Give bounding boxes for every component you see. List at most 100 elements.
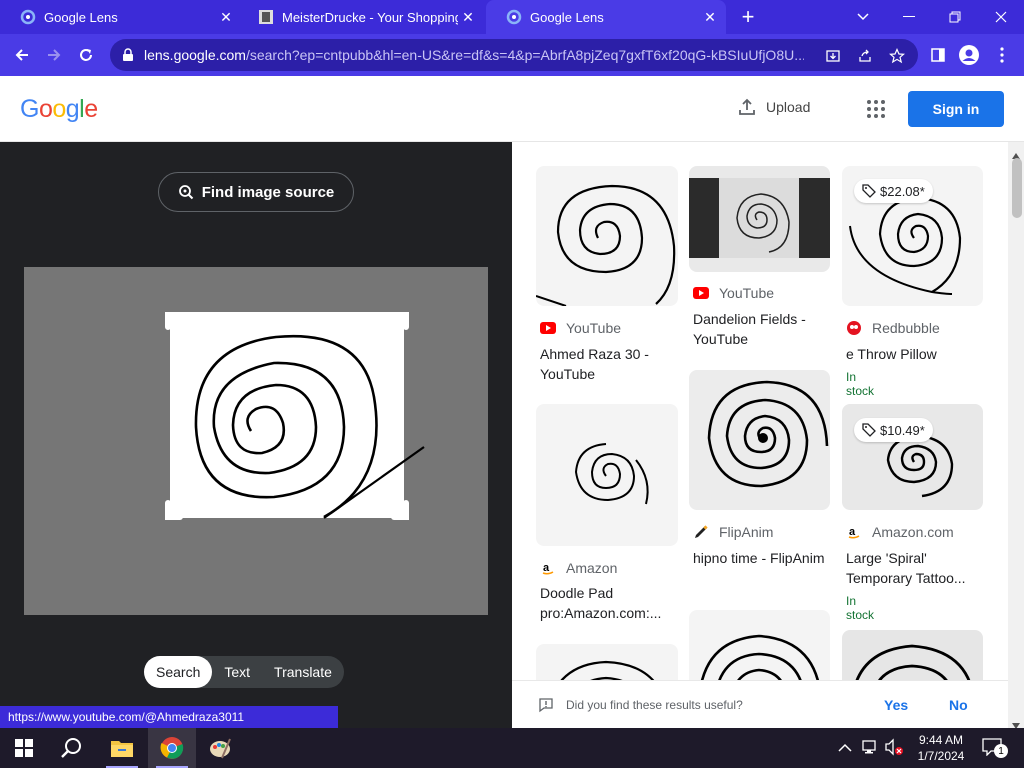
paint-app-icon[interactable] [196,728,244,768]
result-source: Amazon.com [872,524,954,540]
close-icon[interactable]: ✕ [458,9,478,26]
tag-icon [862,184,876,198]
result-title[interactable]: Doodle Pad pro:Amazon.com:... [540,583,680,623]
install-app-icon[interactable] [824,47,842,65]
stock-status: In stock [846,594,875,622]
svg-text:a: a [849,526,856,538]
tab-google-lens-active[interactable]: Google Lens ✕ [486,0,726,34]
windows-start-icon[interactable] [0,728,48,768]
google-logo[interactable]: Google [20,95,98,124]
reload-icon[interactable] [72,41,100,69]
result-source: YouTube [719,285,775,301]
url-host: lens.google.com [144,47,246,63]
feedback-bar: Did you find these results useful? Yes N… [512,680,1008,728]
tab-title: Google Lens [44,9,118,25]
tab-title: Google Lens [530,9,604,25]
lock-icon[interactable] [120,48,136,62]
amazon-icon: a [846,524,862,540]
side-panel-icon[interactable] [924,41,952,69]
minimize-icon[interactable] [886,0,932,34]
feedback-no-button[interactable]: No [949,697,968,713]
youtube-icon [693,285,709,301]
show-hidden-icons-chevron-up-icon[interactable] [838,740,852,758]
image-preview-pane: Find image source Search Text Translate [0,142,512,728]
google-apps-icon[interactable] [866,99,886,119]
back-arrow-icon[interactable] [8,41,36,69]
notification-count-badge: 1 [994,744,1008,758]
uploaded-image-frame [24,267,488,615]
forward-arrow-icon[interactable] [40,41,68,69]
lens-mode-toggle: Search Text Translate [144,656,344,688]
result-title[interactable]: e Throw Pillow [846,344,986,364]
price-value: $10.49* [880,422,925,438]
url-path: /search?ep=cntpubb&hl=en-US&re=df&s=4&p=… [245,47,804,63]
amazon-icon: a [540,560,556,576]
sign-in-button[interactable]: Sign in [908,91,1004,127]
result-thumbnail[interactable] [536,166,678,306]
result-title[interactable]: hipno time - FlipAnim [693,548,833,568]
mode-text[interactable]: Text [212,656,262,688]
close-window-icon[interactable] [978,0,1024,34]
visual-matches-results: YouTube Ahmed Raza 30 - YouTube a Amazon… [512,142,1024,728]
more-menu-icon[interactable] [988,41,1016,69]
feedback-question: Did you find these results useful? [566,697,743,712]
scroll-down-icon[interactable] [1012,716,1020,729]
result-source: Redbubble [872,320,940,336]
new-tab-button[interactable]: + [738,4,758,30]
search-icon[interactable] [48,728,96,768]
tab-google-lens-1[interactable]: Google Lens ✕ [0,0,242,34]
network-icon[interactable] [862,739,880,760]
restore-icon[interactable] [932,0,978,34]
feedback-yes-button[interactable]: Yes [884,697,908,713]
price-value: $22.08* [880,183,925,199]
url-text[interactable]: lens.google.com/search?ep=cntpubb&hl=en-… [144,47,804,63]
spiral-drawing-image[interactable] [24,267,488,615]
upload-button[interactable]: Upload [738,98,810,116]
tab-meisterdrucke[interactable]: MeisterDrucke - Your Shopping ✕ [242,0,484,34]
chrome-taskbar-icon[interactable] [148,728,196,768]
google-lens-icon [506,9,522,25]
result-title[interactable]: Large 'Spiral' Temporary Tattoo... [846,548,986,588]
stock-status: In stock [846,370,875,398]
close-icon[interactable]: ✕ [216,9,236,26]
file-explorer-icon[interactable] [98,728,146,768]
feedback-icon [539,697,553,712]
results-scrollbar[interactable] [1008,142,1024,729]
result-title[interactable]: Dandelion Fields - YouTube [693,309,833,349]
upload-label: Upload [766,99,811,115]
result-thumbnail[interactable] [536,404,678,546]
volume-muted-icon[interactable] [884,738,904,761]
youtube-icon [540,320,556,336]
price-tag: $10.49* [854,418,933,442]
profile-avatar-icon[interactable] [955,41,983,69]
meisterdrucke-icon [258,9,274,25]
link-status-bar: https://www.youtube.com/@Ahmedraza3011 [0,706,338,728]
close-icon[interactable]: ✕ [700,9,720,26]
tab-search-chevron-down-icon[interactable] [840,0,886,34]
google-header: Google Upload Sign in [0,76,1024,142]
google-lens-icon [20,9,36,25]
system-clock[interactable]: 9:44 AM 1/7/2024 [906,732,976,764]
redbubble-icon [846,320,862,336]
find-image-source-button[interactable]: Find image source [158,172,354,212]
result-thumbnail[interactable] [689,370,830,510]
tab-strip: Google Lens ✕ MeisterDrucke - Your Shopp… [0,0,1024,34]
result-source: FlipAnim [719,524,774,540]
tab-title: MeisterDrucke - Your Shopping [282,9,458,25]
address-bar[interactable]: lens.google.com/search?ep=cntpubb&hl=en-… [110,39,918,71]
share-icon[interactable] [856,47,874,65]
result-title[interactable]: Ahmed Raza 30 - YouTube [540,344,680,384]
scroll-up-icon[interactable] [1012,146,1020,159]
tag-icon [862,423,876,437]
image-search-icon [178,185,193,200]
browser-toolbar: lens.google.com/search?ep=cntpubb&hl=en-… [0,34,1024,76]
upload-icon [739,98,755,115]
notification-center-icon[interactable]: 1 [982,738,1008,758]
scrollbar-thumb[interactable] [1012,158,1022,218]
mode-translate[interactable]: Translate [262,656,344,688]
price-tag: $22.08* [854,179,933,203]
result-thumbnail[interactable] [689,166,830,272]
flipanim-icon [693,524,709,540]
mode-search[interactable]: Search [144,656,213,688]
bookmark-star-icon[interactable] [888,47,906,65]
